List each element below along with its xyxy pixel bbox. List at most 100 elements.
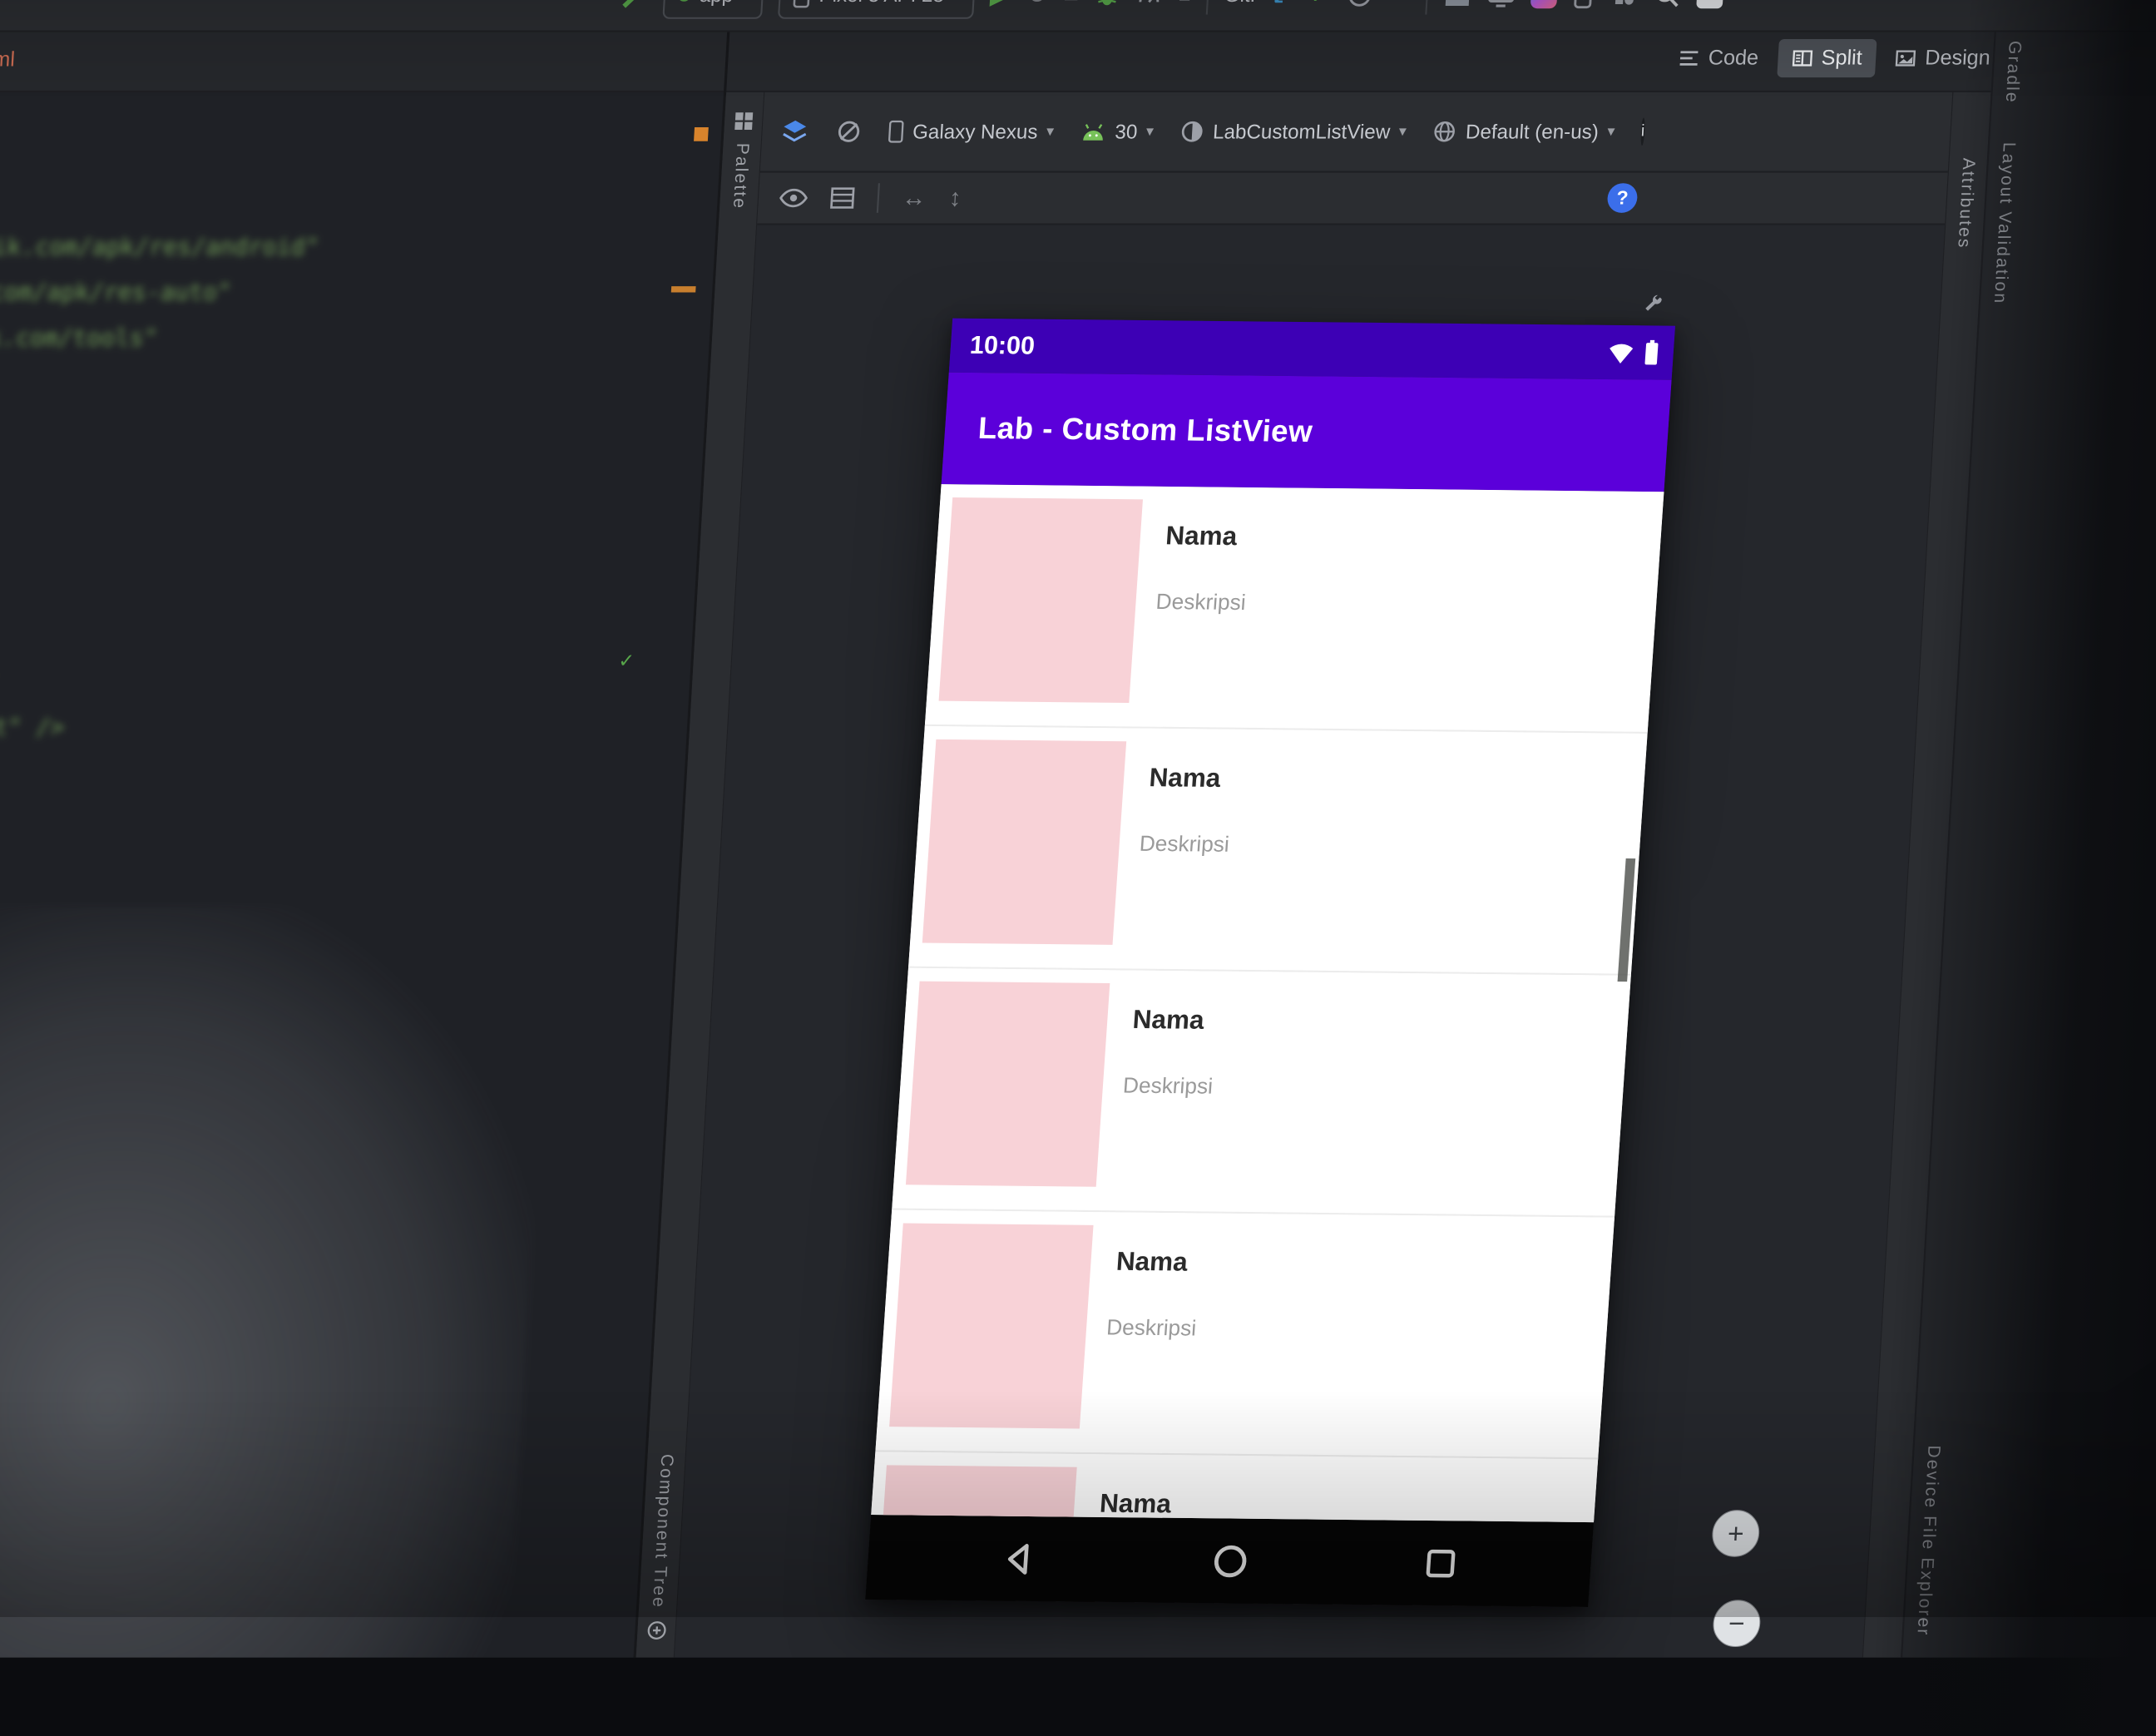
help-question-icon[interactable]: ? — [1607, 183, 1639, 213]
editor-mode-toggle: Code Split Design — [1664, 39, 2005, 77]
list-item[interactable]: Nama — [871, 1452, 1598, 1522]
palette-tab[interactable]: Palette — [729, 143, 753, 210]
rerun-icon[interactable]: ↻ — [1026, 0, 1049, 8]
listview[interactable]: Nama Deskripsi Nama Deskripsi Nama Deskr… — [871, 484, 1664, 1522]
gradle-tab[interactable]: Gradle — [2000, 41, 2025, 104]
home-button[interactable] — [1208, 1540, 1253, 1582]
preview-device-select[interactable]: Galaxy Nexus ▾ — [888, 120, 1055, 144]
item-title: Nama — [1165, 522, 1238, 552]
locale-select[interactable]: Default (en-us) ▾ — [1432, 120, 1615, 144]
navigation-bar — [865, 1515, 1594, 1607]
chevron-down-icon: ▾ — [1145, 123, 1154, 141]
tab-design[interactable]: Design — [1880, 39, 2005, 77]
chevron-down-icon: ▾ — [952, 0, 961, 3]
tab-code[interactable]: Code — [1664, 39, 1773, 77]
chevron-down-icon: ▾ — [741, 0, 749, 3]
editor-tab-bar: ml — [0, 32, 727, 92]
item-title: Nama — [1148, 764, 1221, 794]
target-device-label: Pixel 3 API 28 — [818, 0, 945, 7]
git-commit-check-icon[interactable]: ✓ — [1308, 0, 1332, 8]
device-file-explorer-tab[interactable]: Device File Explorer — [1912, 1445, 1943, 1636]
modified-marker-icon[interactable] — [694, 127, 709, 141]
component-tree-tab[interactable]: Component Tree — [648, 1454, 677, 1609]
history-clock-icon[interactable] — [1346, 0, 1373, 8]
globe-icon — [1432, 120, 1457, 144]
logcat-monitor-icon[interactable] — [1486, 0, 1516, 8]
running-devices-icon[interactable] — [1572, 0, 1596, 9]
photo-glare — [0, 907, 551, 1658]
list-item[interactable]: Nama Deskripsi — [925, 484, 1664, 734]
list-item[interactable]: Nama Deskripsi — [892, 968, 1631, 1218]
design-surface-layers-icon[interactable] — [779, 116, 811, 146]
item-title: Nama — [1099, 1489, 1172, 1520]
module-dot-icon — [677, 0, 691, 2]
attributes-tab[interactable]: Attributes — [1953, 158, 1978, 250]
build-hammer-icon[interactable] — [620, 0, 650, 9]
code-blur-region: mik.com/apk/res/android" .com/apk/res-au… — [0, 92, 724, 1658]
zoom-out-button[interactable]: − — [1712, 1600, 1762, 1647]
resize-vertical-icon[interactable]: ↕ — [948, 185, 962, 210]
palette-icon[interactable] — [734, 111, 754, 131]
list-item[interactable]: Nama Deskripsi — [875, 1210, 1615, 1460]
back-button[interactable] — [997, 1538, 1041, 1579]
target-device-select[interactable]: Pixel 3 API 28 ▾ — [778, 0, 976, 18]
view-options-eye-icon[interactable] — [779, 186, 808, 209]
warning-stripe-icon[interactable] — [671, 286, 696, 292]
recents-button[interactable] — [1420, 1544, 1461, 1583]
api-version-select[interactable]: 30 ▾ — [1080, 120, 1155, 143]
item-image-placeholder — [889, 1223, 1093, 1428]
item-image-placeholder — [873, 1465, 1076, 1522]
window-restore-icon[interactable] — [1696, 0, 1723, 8]
stop-button[interactable]: ■ — [1178, 0, 1192, 6]
ai-assistant-icon[interactable] — [1530, 0, 1558, 8]
rollback-icon[interactable]: ↶ — [1388, 0, 1412, 8]
run-config-select[interactable]: app ▾ — [662, 0, 764, 18]
orientation-icon[interactable] — [835, 119, 863, 146]
item-image-placeholder — [906, 982, 1110, 1187]
app-theme-select[interactable]: LabCustomListView ▾ — [1179, 120, 1407, 144]
profiler-gauge-icon[interactable] — [1136, 0, 1164, 8]
project-folder-icon[interactable] — [1443, 0, 1472, 8]
item-subtitle: Deskripsi — [1155, 590, 1247, 616]
list-item[interactable]: Nama Deskripsi — [908, 726, 1648, 976]
status-bar: 10:00 — [949, 319, 1675, 380]
run-list-icon[interactable]: ≡ — [1063, 0, 1080, 8]
zoom-in-button[interactable]: + — [1711, 1510, 1761, 1557]
resize-horizontal-icon[interactable]: ↔ — [901, 185, 927, 210]
render-options-wrench-icon[interactable] — [1641, 294, 1665, 316]
device-phone-icon — [792, 0, 811, 8]
item-title: Nama — [1115, 1247, 1189, 1278]
device-preview-frame[interactable]: 10:00 Lab - Custom ListView Nama Des — [865, 319, 1675, 1607]
toolbar-separator — [1206, 0, 1210, 14]
tab-split[interactable]: Split — [1777, 39, 1877, 77]
design-mode-bar: Code Split Design — [726, 32, 2156, 92]
api-version-label: 30 — [1115, 120, 1139, 143]
app-bar-title: Lab - Custom ListView — [944, 411, 1314, 450]
view-mode-grid-icon[interactable] — [829, 186, 855, 209]
design-canvas[interactable]: 10:00 Lab - Custom ListView Nama Des — [675, 225, 1945, 1658]
component-tree-icon[interactable] — [646, 1621, 666, 1640]
wifi-icon — [1606, 340, 1636, 365]
file-tab-fragment[interactable]: ml — [0, 47, 16, 72]
code-mode-icon — [1679, 50, 1700, 67]
item-subtitle: Deskripsi — [1122, 1073, 1214, 1100]
debug-bug-icon[interactable] — [1094, 0, 1121, 8]
main-toolbar: app ▾ Pixel 3 API 28 ▾ ▶ ↻ ≡ ■ Git: ↙ ✓ … — [0, 0, 2156, 32]
run-button[interactable]: ▶ — [989, 0, 1011, 8]
layout-validation-tab[interactable]: Layout Validation — [1989, 142, 2018, 304]
status-icons — [1606, 339, 1660, 366]
code-line: ik.com/tools" — [0, 324, 159, 352]
issue-panel-icon[interactable]: i — [1640, 117, 1645, 146]
git-update-icon[interactable]: ↙ — [1271, 0, 1294, 8]
theme-icon — [1179, 120, 1205, 144]
tab-code-label: Code — [1708, 46, 1759, 70]
tab-design-label: Design — [1924, 46, 1990, 70]
code-editor-pane[interactable]: mik.com/apk/res/android" .com/apk/res-au… — [0, 92, 724, 1658]
run-config-label: app — [699, 0, 734, 7]
search-everywhere-icon[interactable] — [1653, 0, 1683, 9]
battery-icon — [1643, 339, 1660, 366]
preview-device-label: Galaxy Nexus — [912, 120, 1038, 143]
item-subtitle: Deskripsi — [1139, 832, 1230, 858]
plugin-icon[interactable] — [1610, 0, 1638, 8]
toolbar-separator — [877, 183, 880, 213]
